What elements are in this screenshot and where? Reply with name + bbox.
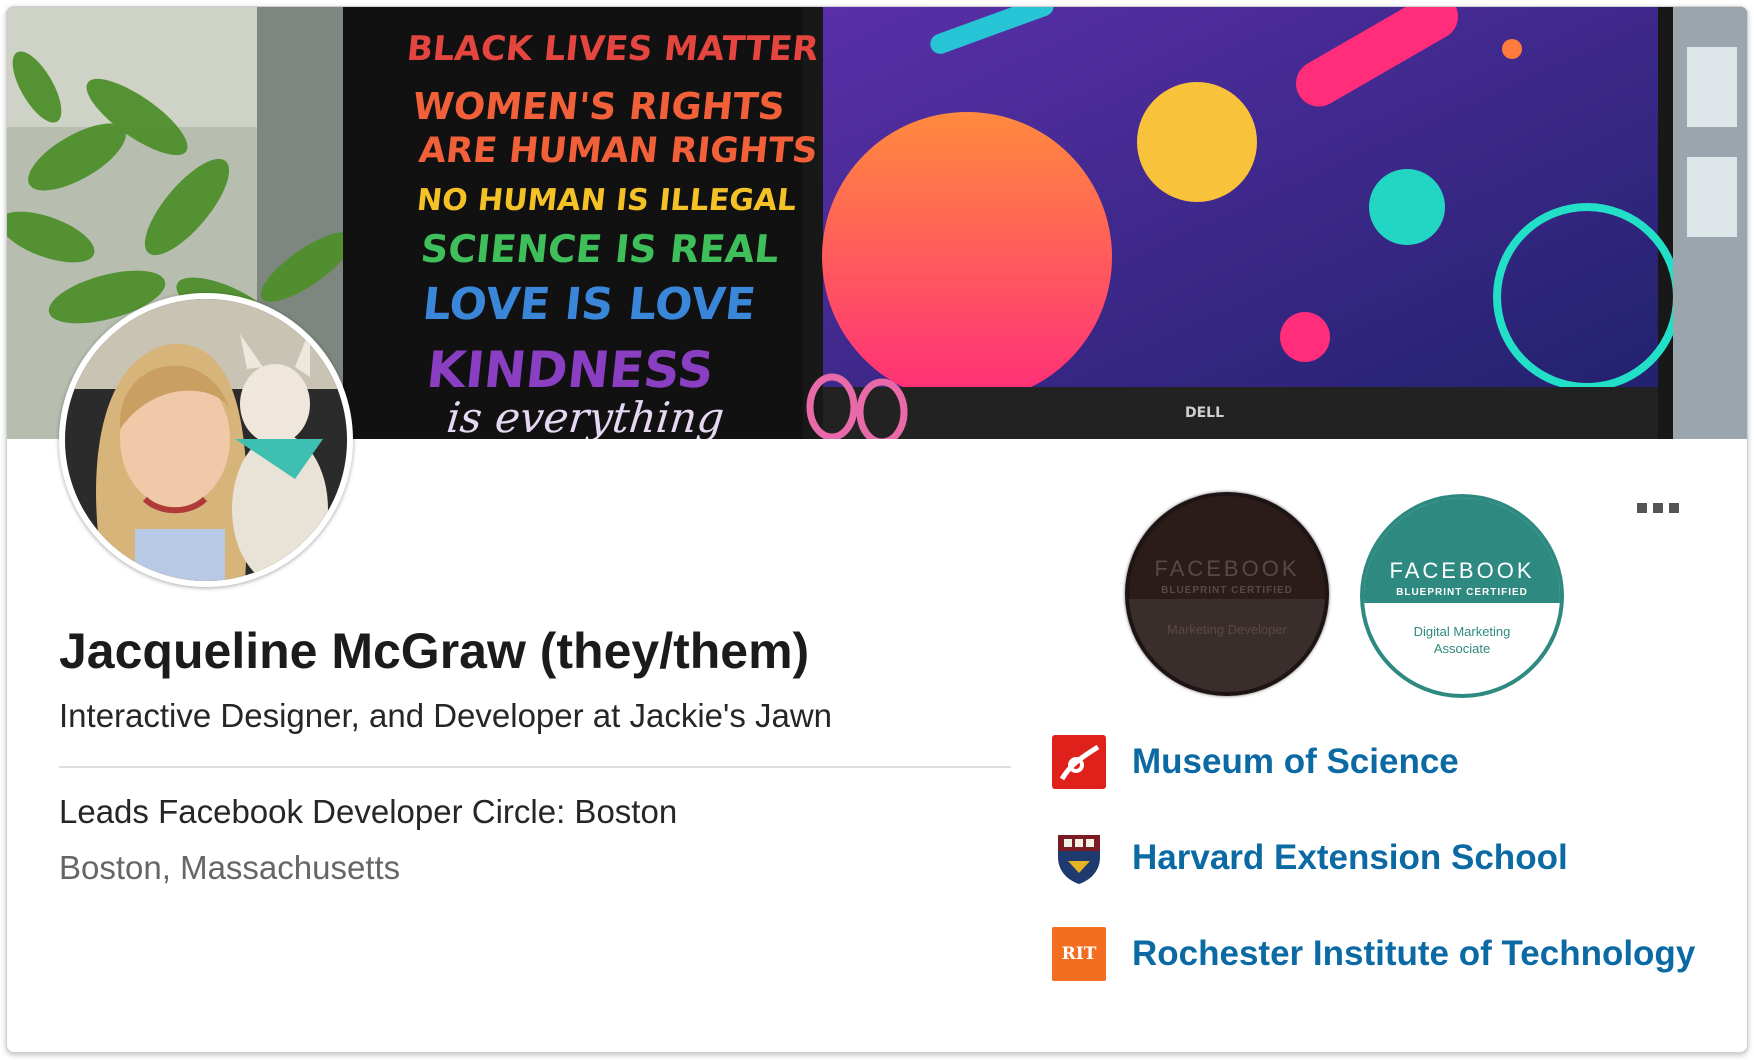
poster-line-7: KINDNESS: [423, 341, 717, 399]
badge-digital-marketing-associate[interactable]: FACEBOOK BLUEPRINT CERTIFIED Digital Mar…: [1360, 494, 1564, 698]
badge-role: Marketing Developer: [1167, 622, 1287, 637]
profile-location: Boston, Massachusetts: [59, 849, 401, 886]
more-dot-icon: [1637, 503, 1647, 513]
poster-line-6: LOVE IS LOVE: [420, 279, 758, 330]
poster-line-8: is everything: [444, 393, 727, 439]
poster-line-1: BLACK LIVES MATTER: [404, 29, 821, 69]
more-dot-icon: [1669, 503, 1679, 513]
badge-marketing-developer[interactable]: FACEBOOK BLUEPRINT CERTIFIED Marketing D…: [1125, 492, 1329, 696]
profile-name: Jacqueline McGraw (they/them): [59, 623, 810, 679]
badge-title: FACEBOOK: [1389, 558, 1535, 583]
badge-lower-band: [1129, 599, 1325, 692]
org-label: Rochester Institute of Technology: [1132, 934, 1696, 973]
org-label: Museum of Science: [1132, 742, 1459, 781]
more-options-button[interactable]: [1637, 493, 1697, 523]
org-link-museum-of-science[interactable]: Museum of Science: [1052, 735, 1459, 789]
profile-card: DELL BLACK LIVES MATTER WOMEN'S RIGHTS A…: [6, 6, 1748, 1053]
rit-logo-text: RIT: [1061, 944, 1097, 964]
badge-title: FACEBOOK: [1154, 556, 1300, 581]
rit-logo-icon: RIT: [1052, 927, 1106, 981]
poster-line-5: SCIENCE IS REAL: [418, 227, 782, 271]
badge-subtitle: BLUEPRINT CERTIFIED: [1161, 585, 1293, 596]
svg-text:DELL: DELL: [1185, 405, 1224, 421]
badge-subtitle: BLUEPRINT CERTIFIED: [1396, 587, 1528, 598]
badge-role: Digital Marketing Associate: [1413, 624, 1511, 656]
profile-about: Leads Facebook Developer Circle: Boston: [59, 793, 678, 830]
more-dot-icon: [1653, 503, 1663, 513]
org-link-rochester-institute-of-technology[interactable]: RIT Rochester Institute of Technology: [1052, 927, 1695, 981]
poster-line-3: ARE HUMAN RIGHTS: [416, 131, 820, 171]
org-label: Harvard Extension School: [1132, 838, 1568, 877]
section-divider: [59, 766, 1011, 768]
avatar-photo: [65, 299, 347, 581]
harvard-shield-logo-icon: [1052, 831, 1106, 885]
profile-headline: Interactive Designer, and Developer at J…: [59, 697, 833, 734]
museum-of-science-logo-icon: [1052, 735, 1106, 789]
org-link-harvard-extension-school[interactable]: Harvard Extension School: [1052, 831, 1568, 885]
profile-avatar[interactable]: [59, 293, 353, 587]
poster-line-4: NO HUMAN IS ILLEGAL: [415, 183, 799, 218]
poster-line-2: WOMEN'S RIGHTS: [410, 85, 787, 128]
